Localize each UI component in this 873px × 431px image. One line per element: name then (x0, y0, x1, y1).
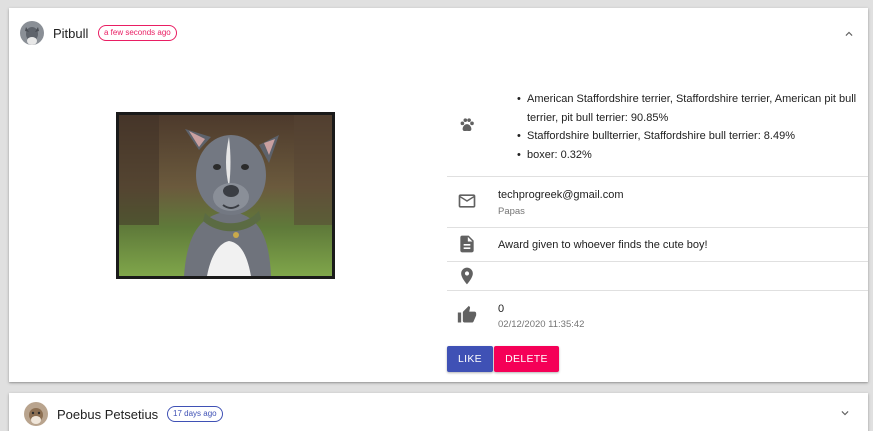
post-title: Pitbull (53, 26, 89, 41)
document-icon (457, 234, 477, 254)
paw-icon (457, 115, 477, 135)
breed-prediction-item: boxer: 0.32% (517, 146, 857, 165)
post-title: Poebus Petsetius (57, 407, 159, 422)
owner-email: techprogreek@gmail.com (498, 189, 624, 201)
breed-prediction-item: American Staffordshire terrier, Stafford… (517, 90, 857, 127)
owner-username: Papas (498, 206, 525, 217)
avatar (24, 402, 48, 426)
like-count: 0 (498, 303, 505, 315)
avatar (20, 21, 44, 45)
post-date: 02/12/2020 11:35:42 (498, 319, 585, 330)
delete-button[interactable]: DELETE (494, 346, 559, 372)
time-ago-badge: a few seconds ago (98, 25, 177, 41)
chevron-down-icon[interactable] (838, 406, 852, 420)
thumbs-up-icon (457, 305, 477, 325)
divider (447, 261, 868, 262)
time-ago-badge: 17 days ago (167, 406, 223, 422)
like-button[interactable]: LIKE (447, 346, 493, 372)
location-pin-icon (457, 266, 477, 286)
divider (447, 227, 868, 228)
dog-photo (116, 112, 335, 279)
post-card-header[interactable]: Pitbull a few seconds ago (9, 8, 868, 58)
chevron-up-icon[interactable] (842, 27, 856, 41)
post-card: Pitbull a few seconds ago • American Sta… (9, 8, 868, 382)
divider (447, 176, 868, 177)
email-icon (457, 191, 477, 211)
post-card: Poebus Petsetius 17 days ago (9, 393, 868, 431)
post-card-header[interactable]: Poebus Petsetius 17 days ago (9, 393, 868, 431)
breed-predictions-list: American Staffordshire terrier, Stafford… (517, 90, 857, 164)
post-description: Award given to whoever finds the cute bo… (498, 239, 708, 251)
breed-prediction-item: Staffordshire bullterrier, Staffordshire… (517, 127, 857, 146)
divider (447, 290, 868, 291)
